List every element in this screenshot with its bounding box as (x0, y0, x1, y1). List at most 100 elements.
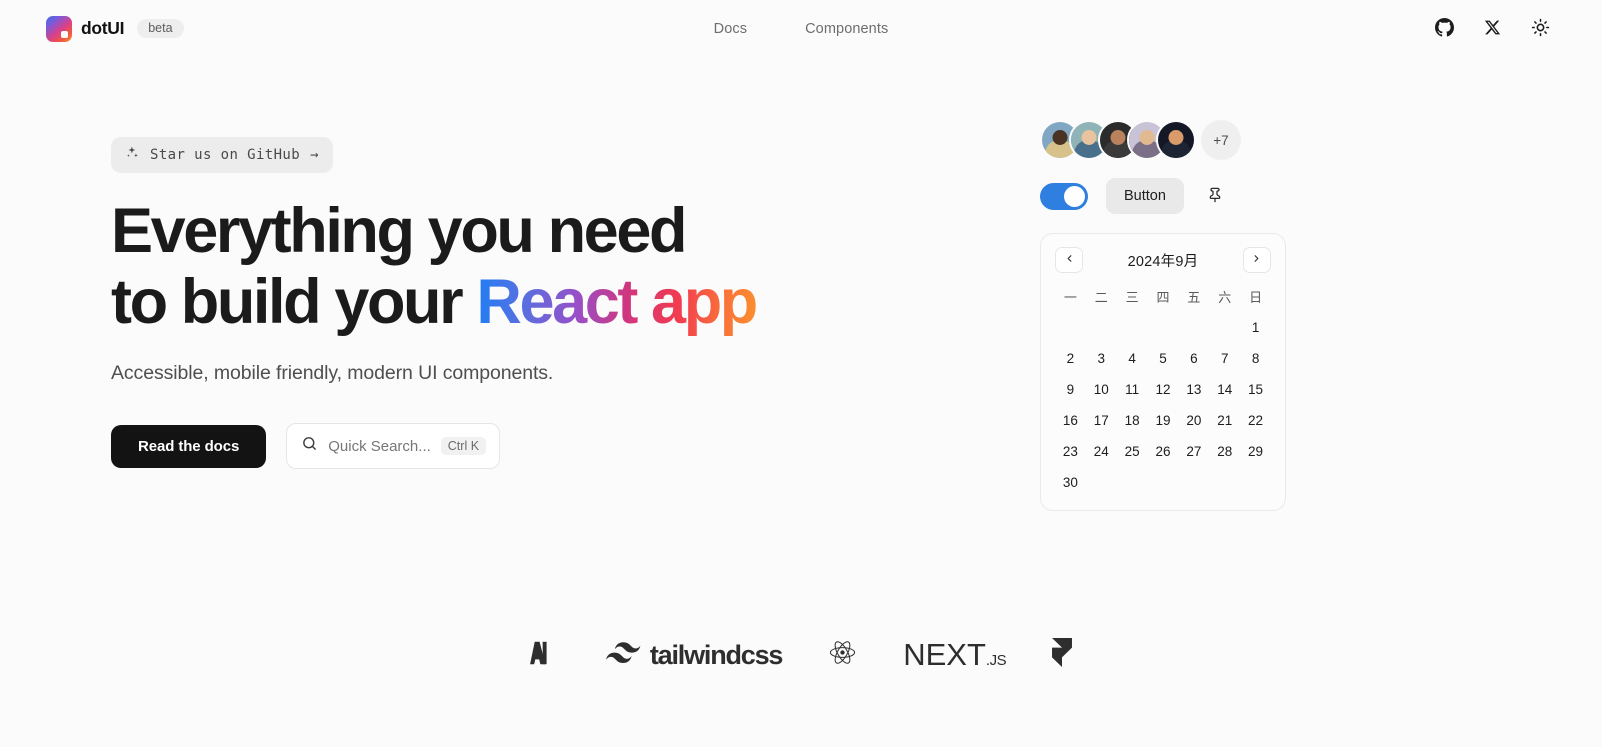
brand[interactable]: dotUI beta (46, 15, 184, 42)
calendar-day[interactable]: 28 (1209, 441, 1240, 463)
calendar-day[interactable]: 15 (1240, 379, 1271, 401)
hero-section: Star us on GitHub → Everything you need … (111, 137, 911, 469)
header-actions (1428, 13, 1556, 45)
react-aria-logo-icon (529, 639, 560, 672)
calendar-weekday: 五 (1187, 290, 1201, 305)
component-showcase: +7 Button 2024年9月 一 二 三 四 五 六 日 1 2 3 4 … (1040, 117, 1290, 511)
nav-link-components[interactable]: Components (805, 21, 888, 37)
beta-badge: beta (137, 18, 184, 39)
hero-subtitle: Accessible, mobile friendly, modern UI c… (111, 362, 554, 384)
calendar-day[interactable]: 14 (1209, 379, 1240, 401)
calendar-prev-button[interactable] (1055, 247, 1083, 273)
demo-button[interactable]: Button (1106, 178, 1184, 214)
x-twitter-icon-button[interactable] (1476, 13, 1508, 45)
calendar-day-empty (1209, 317, 1240, 339)
pin-button[interactable] (1202, 183, 1228, 209)
calendar-weekday: 二 (1094, 290, 1108, 305)
calendar-weekday: 四 (1156, 290, 1170, 305)
controls-row: Button (1040, 178, 1290, 214)
avatar-head (1052, 130, 1068, 145)
tailwindcss-logo-icon (605, 641, 641, 669)
main-content: Star us on GitHub → Everything you need … (0, 57, 1602, 747)
calendar-day[interactable]: 3 (1086, 348, 1117, 370)
avatar-overflow-badge[interactable]: +7 (1201, 120, 1241, 160)
read-the-docs-button[interactable]: Read the docs (111, 424, 267, 468)
search-shortcut-kbd: Ctrl K (440, 436, 487, 456)
technology-logo-strip: tailwindcss NEXT.JS (0, 637, 1602, 673)
calendar-day[interactable]: 18 (1117, 410, 1148, 432)
github-icon-button[interactable] (1428, 13, 1460, 45)
nextjs-logo: NEXT.JS (903, 637, 1006, 673)
x-twitter-icon (1484, 19, 1501, 39)
calendar-day[interactable]: 16 (1055, 410, 1086, 432)
nav-link-docs[interactable]: Docs (714, 21, 747, 37)
dotui-logo-icon (46, 15, 72, 42)
calendar-day[interactable]: 10 (1086, 379, 1117, 401)
calendar-day[interactable]: 4 (1117, 348, 1148, 370)
calendar-day[interactable]: 7 (1209, 348, 1240, 370)
calendar-grid: 一二三四五六日 1 2 3 4 5 6 7 8 9 10 11 12 13 14 15 16 17 18 19 20 21… (1055, 287, 1271, 494)
star-badge-label: Star us on GitHub (150, 146, 301, 163)
calendar-day[interactable]: 2 (1055, 348, 1086, 370)
calendar-day[interactable]: 27 (1178, 441, 1209, 463)
calendar-weekday: 三 (1125, 290, 1139, 305)
hero-title-line-2: to build your React app (111, 271, 911, 334)
calendar-day-empty (1148, 317, 1179, 339)
nextjs-logo-label: NEXT.JS (903, 637, 1006, 673)
react-aria-logo (529, 639, 560, 672)
github-icon (1434, 17, 1454, 40)
calendar-day[interactable]: 13 (1178, 379, 1209, 401)
chevron-right-icon (1251, 253, 1262, 267)
calendar-day[interactable]: 11 (1117, 379, 1148, 401)
calendar-header: 2024年9月 (1055, 247, 1271, 273)
nextjs-suffix: .JS (985, 652, 1007, 669)
hero-cta-row: Read the docs Quick Search... Ctrl K (111, 423, 911, 469)
calendar-day[interactable]: 22 (1240, 410, 1271, 432)
main-nav: Docs Components (0, 21, 1602, 37)
chevron-left-icon (1064, 253, 1075, 267)
react-logo-icon (828, 638, 857, 672)
sparkles-icon (125, 145, 140, 164)
calendar-day-empty (1178, 317, 1209, 339)
calendar-day[interactable]: 23 (1055, 441, 1086, 463)
calendar-day[interactable]: 12 (1148, 379, 1179, 401)
calendar-weekday: 日 (1249, 290, 1263, 305)
quick-search-box[interactable]: Quick Search... Ctrl K (286, 423, 501, 469)
calendar-day[interactable]: 29 (1240, 441, 1271, 463)
calendar-day[interactable]: 20 (1178, 410, 1209, 432)
calendar-day[interactable]: 6 (1178, 348, 1209, 370)
react-logo (828, 638, 857, 672)
calendar-day-empty (1055, 317, 1086, 339)
framer-logo-icon (1052, 638, 1073, 672)
calendar-widget: 2024年9月 一二三四五六日 1 2 3 4 5 6 7 8 9 10 11 12 13 14 15 16 17… (1040, 233, 1286, 511)
avatar-group: +7 (1040, 117, 1290, 163)
search-input[interactable]: Quick Search... (328, 438, 431, 455)
calendar-day[interactable]: 1 (1240, 317, 1271, 339)
calendar-day[interactable]: 17 (1086, 410, 1117, 432)
calendar-day[interactable]: 8 (1240, 348, 1271, 370)
search-icon (301, 435, 318, 457)
pin-icon (1207, 187, 1223, 206)
feature-toggle-switch[interactable] (1040, 182, 1088, 210)
tailwindcss-logo-label: tailwindcss (649, 639, 784, 670)
avatar[interactable] (1156, 120, 1196, 160)
hero-title-line-1: Everything you need (111, 196, 687, 266)
calendar-day[interactable]: 24 (1086, 441, 1117, 463)
sun-theme-icon (1531, 18, 1550, 40)
calendar-day[interactable]: 25 (1117, 441, 1148, 463)
calendar-weekday: 一 (1063, 290, 1077, 305)
theme-toggle-button[interactable] (1524, 13, 1556, 45)
site-header: dotUI beta Docs Components (0, 0, 1602, 57)
calendar-day[interactable]: 26 (1148, 441, 1179, 463)
calendar-day-empty (1086, 317, 1117, 339)
brand-name: dotUI (81, 18, 125, 38)
calendar-day[interactable]: 9 (1055, 379, 1086, 401)
calendar-day[interactable]: 5 (1148, 348, 1179, 370)
avatar-head (1168, 130, 1184, 145)
calendar-day[interactable]: 19 (1148, 410, 1179, 432)
calendar-next-button[interactable] (1242, 247, 1271, 273)
calendar-day[interactable]: 30 (1055, 472, 1086, 494)
hero-title-plain: to build your (111, 267, 477, 337)
star-on-github-badge[interactable]: Star us on GitHub → (111, 137, 333, 173)
calendar-day[interactable]: 21 (1209, 410, 1240, 432)
